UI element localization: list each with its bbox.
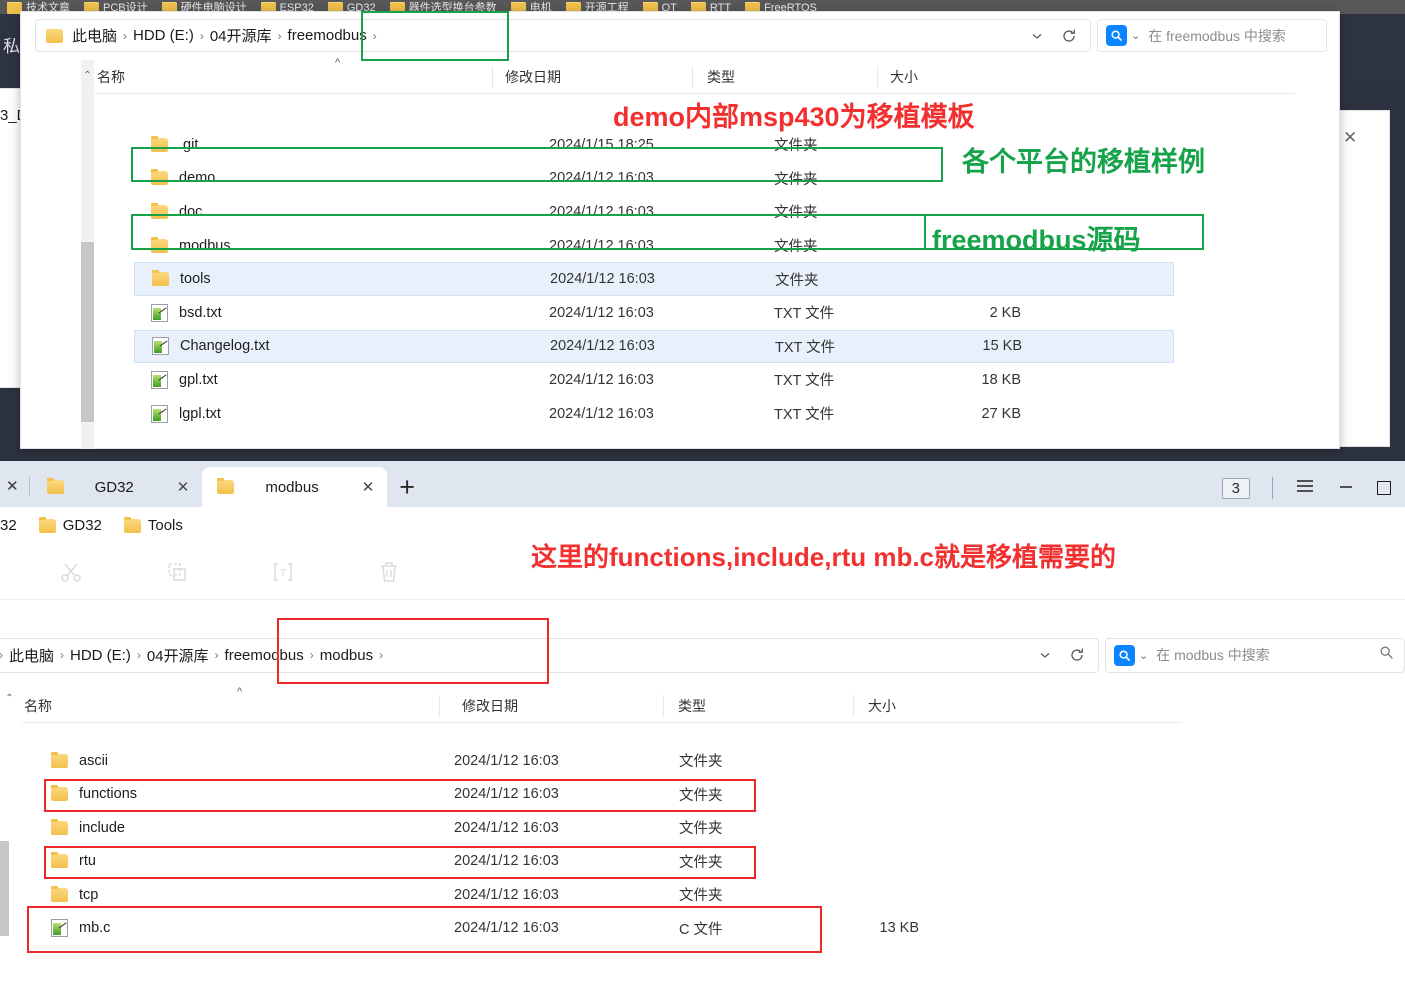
folder-icon	[51, 885, 68, 902]
background-sidebar-label: 私	[3, 37, 20, 56]
file-date: 2024/1/12 16:03	[454, 752, 559, 769]
table-row[interactable]: functions 2024/1/12 16:03 文件夹	[29, 778, 1039, 812]
screenshot-root: 技术文章 PCB设计 硬件电脑设计 ESP32 GD32 器件选型换台参数 电机 开源工程 QT…	[0, 0, 1405, 988]
file-name: doc	[179, 203, 203, 220]
file-name: lgpl.txt	[179, 405, 221, 422]
file-name: demo	[179, 170, 216, 187]
file-date: 2024/1/12 16:03	[454, 853, 559, 870]
file-date: 2024/1/12 16:03	[549, 170, 654, 187]
file-date: 2024/1/12 16:03	[549, 203, 654, 220]
file-size: 27 KB	[981, 405, 1022, 422]
file-type: TXT 文件	[774, 407, 835, 424]
file-name: tools	[180, 271, 211, 288]
file-name: tcp	[79, 886, 99, 903]
file-type: TXT 文件	[774, 306, 835, 323]
table-row[interactable]: tools 2024/1/12 16:03 文件夹	[134, 262, 1174, 296]
file-name: mb.c	[79, 920, 111, 937]
file-size: 13 KB	[879, 920, 920, 937]
folder-icon	[51, 852, 68, 869]
file-name: bsd.txt	[179, 304, 222, 321]
file-size: 2 KB	[989, 304, 1021, 321]
file-type: C 文件	[679, 921, 723, 938]
file-list-top: .git 2024/1/15 18:25 文件夹 demo 2024/1/12 16:0…	[21, 12, 1339, 448]
file-type: 文件夹	[774, 138, 818, 155]
folder-icon	[151, 202, 168, 219]
file-type: 文件夹	[679, 854, 723, 871]
file-type: 文件夹	[774, 239, 818, 256]
file-name: ascii	[79, 752, 109, 769]
table-row[interactable]: ascii 2024/1/12 16:03 文件夹	[29, 744, 1039, 778]
file-date: 2024/1/15 18:25	[549, 136, 654, 153]
file-size: 18 KB	[981, 371, 1022, 388]
file-name: gpl.txt	[179, 371, 218, 388]
file-name: modbus	[179, 237, 231, 254]
table-row[interactable]: bsd.txt 2024/1/12 16:03 TXT 文件 2 KB	[134, 296, 1174, 330]
folder-icon	[151, 169, 168, 186]
file-date: 2024/1/12 16:03	[550, 338, 655, 355]
table-row[interactable]: mb.c 2024/1/12 16:03 C 文件 13 KB	[29, 912, 1039, 946]
folder-icon	[51, 751, 68, 768]
file-date: 2024/1/12 16:03	[549, 304, 654, 321]
file-type: 文件夹	[679, 888, 723, 905]
file-size: 15 KB	[982, 338, 1023, 355]
file-name: functions	[79, 786, 138, 803]
text-file-icon	[152, 337, 169, 356]
background-window-right	[1338, 110, 1390, 447]
annotation-red-top: demo内部msp430为移植模板	[613, 102, 975, 132]
file-name: .git	[179, 136, 199, 153]
file-type: 文件夹	[679, 821, 723, 838]
table-row[interactable]: gpl.txt 2024/1/12 16:03 TXT 文件 18 KB	[134, 363, 1174, 397]
file-date: 2024/1/12 16:03	[549, 237, 654, 254]
folder-icon	[151, 236, 168, 253]
file-date: 2024/1/12 16:03	[454, 920, 559, 937]
table-row[interactable]: tcp 2024/1/12 16:03 文件夹	[29, 878, 1039, 912]
file-type: 文件夹	[775, 272, 819, 289]
file-date: 2024/1/12 16:03	[549, 371, 654, 388]
folder-icon	[151, 135, 168, 152]
text-file-icon	[151, 303, 168, 322]
file-name: Changelog.txt	[180, 338, 270, 355]
text-file-icon	[151, 404, 168, 423]
file-type: 文件夹	[679, 787, 723, 804]
background-window-close-button[interactable]: ✕	[1343, 128, 1357, 148]
annotation-green-modbus-text: freemodbus源码	[932, 225, 1141, 255]
file-type: 文件夹	[679, 754, 723, 771]
c-file-icon	[51, 919, 68, 938]
table-row[interactable]: lgpl.txt 2024/1/12 16:03 TXT 文件 27 KB	[134, 397, 1174, 431]
table-row[interactable]: rtu 2024/1/12 16:03 文件夹	[29, 845, 1039, 879]
file-date: 2024/1/12 16:03	[454, 786, 559, 803]
file-type: TXT 文件	[774, 373, 835, 390]
table-row[interactable]: Changelog.txt 2024/1/12 16:03 TXT 文件 15 KB	[134, 329, 1174, 364]
file-type: TXT 文件	[775, 339, 836, 356]
explorer-window-top: 此电脑 › HDD (E:) › 04开源库 › freemodbus › ⌄ …	[20, 11, 1340, 449]
folder-icon	[152, 270, 169, 287]
file-type: 文件夹	[774, 205, 818, 222]
file-type: 文件夹	[774, 171, 818, 188]
file-date: 2024/1/12 16:03	[454, 886, 559, 903]
annotation-red-bottom: 这里的functions,include,rtu mb.c就是移植需要的	[531, 542, 1117, 572]
file-date: 2024/1/12 16:03	[549, 405, 654, 422]
table-row[interactable]: include 2024/1/12 16:03 文件夹	[29, 811, 1039, 845]
annotation-green-demo-text: 各个平台的移植样例	[962, 147, 1205, 177]
folder-icon	[51, 818, 68, 835]
file-date: 2024/1/12 16:03	[454, 819, 559, 836]
desktop-backdrop-right	[1341, 14, 1405, 86]
text-file-icon	[151, 370, 168, 389]
file-name: include	[79, 819, 125, 836]
file-date: 2024/1/12 16:03	[550, 271, 655, 288]
folder-icon	[51, 785, 68, 802]
file-name: rtu	[79, 853, 96, 870]
